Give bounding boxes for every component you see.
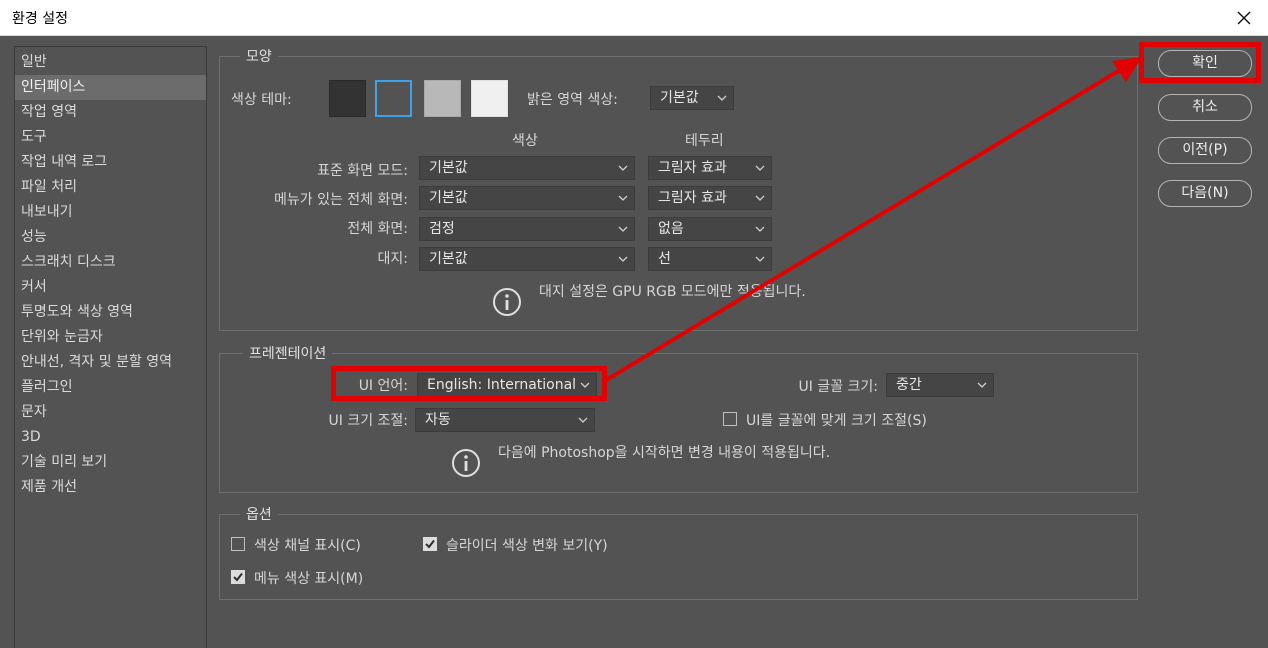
standard-screen-border-value: 그림자 효과 (658, 160, 727, 176)
standard-screen-color-value: 기본값 (429, 160, 468, 176)
highlight-color-label: 밝은 영역 색상: (527, 92, 618, 108)
fullscreen-menus-color-value: 기본값 (429, 190, 468, 206)
fullscreen-menus-color-dropdown[interactable]: 기본값 (419, 186, 635, 210)
scale-to-font-checkbox[interactable] (723, 412, 737, 426)
theme-swatch-darkest[interactable] (329, 80, 366, 117)
fullscreen-menus-border-value: 그림자 효과 (658, 190, 727, 206)
chevron-down-icon (717, 95, 727, 101)
chevron-down-icon (618, 256, 628, 262)
check-icon (425, 539, 435, 549)
ok-button-highlight (1139, 42, 1261, 83)
row-label-fullscreen: 전체 화면: (347, 221, 408, 237)
sidebar-item-performance[interactable]: 성능 (15, 225, 206, 250)
fullscreen-menus-border-dropdown[interactable]: 그림자 효과 (648, 186, 772, 210)
cancel-button[interactable]: 취소 (1158, 94, 1252, 121)
fullscreen-color-value: 검정 (429, 221, 455, 237)
next-button[interactable]: 다음(N) (1158, 180, 1252, 207)
sidebar-item-scratch-disks[interactable]: 스크래치 디스크 (15, 250, 206, 275)
presentation-title: 프레젠테이션 (243, 344, 333, 364)
ui-font-size-value: 중간 (896, 377, 922, 393)
scale-to-font-label[interactable]: UI를 글꼴에 맞게 크기 조절(S) (746, 410, 927, 430)
artboards-border-value: 선 (658, 251, 671, 267)
highlight-color-value: 기본값 (660, 90, 699, 106)
column-header-border: 테두리 (685, 133, 724, 149)
check-icon (233, 572, 243, 582)
menu-colors-checkbox[interactable] (231, 570, 245, 584)
chevron-down-icon (755, 256, 765, 262)
chevron-down-icon (755, 165, 765, 171)
chevron-down-icon (618, 195, 628, 201)
sidebar-item-cursors[interactable]: 커서 (15, 275, 206, 300)
close-icon[interactable] (1230, 4, 1258, 32)
sidebar-item-workspace[interactable]: 작업 영역 (15, 100, 206, 125)
theme-swatch-medium-light[interactable] (424, 80, 461, 117)
sidebar-item-3d[interactable]: 3D (15, 425, 206, 450)
chevron-down-icon (977, 382, 987, 388)
category-list: 일반 인터페이스 작업 영역 도구 작업 내역 로그 파일 처리 내보내기 성능… (14, 46, 207, 648)
options-title: 옵션 (240, 505, 278, 525)
sidebar-item-tech-previews[interactable]: 기술 미리 보기 (15, 450, 206, 475)
ui-scaling-label: UI 크기 조절: (328, 413, 408, 429)
info-icon (493, 288, 521, 316)
window-title: 환경 설정 (12, 11, 68, 27)
ui-scaling-value: 자동 (425, 412, 451, 428)
sidebar-item-tools[interactable]: 도구 (15, 125, 206, 150)
row-label-artboards: 대지: (377, 251, 408, 267)
sidebar-item-units-rulers[interactable]: 단위와 눈금자 (15, 325, 206, 350)
sidebar-item-export[interactable]: 내보내기 (15, 200, 206, 225)
chevron-down-icon (618, 226, 628, 232)
chevron-down-icon (755, 226, 765, 232)
chevron-down-icon (618, 165, 628, 171)
highlight-color-dropdown[interactable]: 기본값 (650, 86, 734, 110)
row-label-fullscreen-menus: 메뉴가 있는 전체 화면: (274, 192, 408, 208)
fullscreen-border-value: 없음 (658, 221, 684, 237)
ui-scaling-dropdown[interactable]: 자동 (415, 408, 595, 432)
sidebar-item-transparency-gamut[interactable]: 투명도와 색상 영역 (15, 300, 206, 325)
chevron-down-icon (755, 195, 765, 201)
menu-colors-label[interactable]: 메뉴 색상 표시(M) (254, 568, 363, 588)
row-label-standard-screen: 표준 화면 모드: (317, 163, 408, 179)
ui-language-highlight (331, 366, 607, 401)
sidebar-item-history-log[interactable]: 작업 내역 로그 (15, 150, 206, 175)
info-icon (452, 449, 480, 477)
artboards-border-dropdown[interactable]: 선 (648, 247, 772, 271)
sidebar-item-file-handling[interactable]: 파일 처리 (15, 175, 206, 200)
ui-font-size-dropdown[interactable]: 중간 (886, 373, 994, 397)
sidebar-item-plugins[interactable]: 플러그인 (15, 375, 206, 400)
previous-button[interactable]: 이전(P) (1158, 137, 1252, 164)
chevron-down-icon (578, 417, 588, 423)
restart-note: 다음에 Photoshop을 시작하면 변경 내용이 적용됩니다. (498, 445, 831, 461)
column-header-color: 색상 (512, 133, 538, 149)
artboards-color-value: 기본값 (429, 251, 468, 267)
sidebar-item-type[interactable]: 문자 (15, 400, 206, 425)
fullscreen-color-dropdown[interactable]: 검정 (419, 217, 635, 241)
artboard-note: 대지 설정은 GPU RGB 모드에만 적용됩니다. (539, 284, 806, 300)
sidebar-item-general[interactable]: 일반 (15, 50, 206, 75)
sidebar-item-interface[interactable]: 인터페이스 (15, 75, 206, 100)
theme-swatch-medium-dark[interactable] (375, 80, 412, 117)
color-theme-label: 색상 테마: (231, 92, 292, 108)
sidebar-item-guides-grid[interactable]: 안내선, 격자 및 분할 영역 (15, 350, 206, 375)
sidebar-item-product-improvement[interactable]: 제품 개선 (15, 475, 206, 500)
standard-screen-border-dropdown[interactable]: 그림자 효과 (648, 156, 772, 180)
show-channels-label[interactable]: 색상 채널 표시(C) (254, 535, 361, 555)
title-bar: 환경 설정 (0, 0, 1268, 36)
show-channels-checkbox[interactable] (231, 537, 245, 551)
slider-color-checkbox[interactable] (423, 537, 437, 551)
appearance-title: 모양 (240, 47, 278, 67)
theme-swatch-lightest[interactable] (471, 80, 508, 117)
fullscreen-border-dropdown[interactable]: 없음 (648, 217, 772, 241)
ui-font-size-label: UI 글꼴 크기: (798, 379, 878, 395)
artboards-color-dropdown[interactable]: 기본값 (419, 247, 635, 271)
slider-color-label[interactable]: 슬라이더 색상 변화 보기(Y) (446, 535, 608, 555)
standard-screen-color-dropdown[interactable]: 기본값 (419, 156, 635, 180)
